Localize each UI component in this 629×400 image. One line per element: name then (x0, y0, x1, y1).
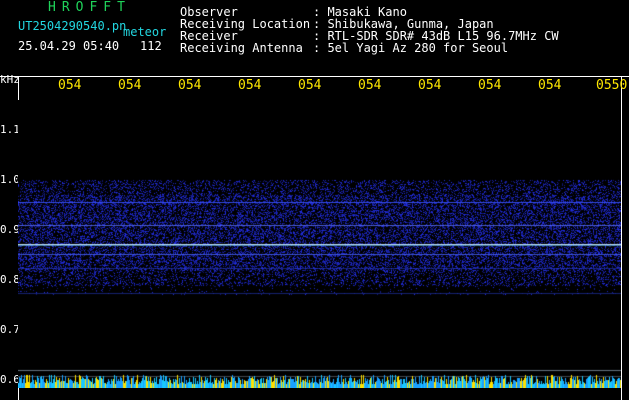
right-border-line (621, 76, 622, 400)
datetime: 25.04.29 05:40 (18, 39, 120, 53)
meteor-count: 112 (140, 39, 162, 53)
x-tick-label: 054 (238, 78, 262, 93)
x-tick-label: 054 (178, 78, 202, 93)
antenna-label: Receiving Antenna (180, 41, 303, 55)
y-tick-label: 1.0 (0, 173, 20, 186)
x-tick-label: 054 (478, 78, 502, 93)
antenna-value: : 5el Yagi Az 280 for Seoul (313, 41, 509, 55)
x-tick-label: 054 (58, 78, 82, 93)
y-tick-label: 1.1 (0, 123, 20, 136)
x-tick-label: 0550 (596, 78, 628, 93)
meteor-label: meteor (123, 25, 167, 39)
top-axis-line (0, 76, 629, 77)
title-letters: HROFFT (48, 0, 131, 15)
spectrogram (18, 100, 621, 388)
y-tick-label: 0.6 (0, 373, 20, 386)
y-tick-label: 0.8 (0, 273, 20, 286)
x-tick-label: 054 (298, 78, 322, 93)
x-tick-label: 054 (118, 78, 142, 93)
x-tick-label: 054 (358, 78, 382, 93)
filename: UT2504290540.pn (18, 19, 127, 33)
y-tick-label: 0.9 (0, 223, 20, 236)
y-tick-label: 0.7 (0, 323, 20, 336)
x-tick-label: 054 (538, 78, 562, 93)
x-tick-label: 054 (418, 78, 442, 93)
y-unit-label: kHz (0, 73, 20, 86)
